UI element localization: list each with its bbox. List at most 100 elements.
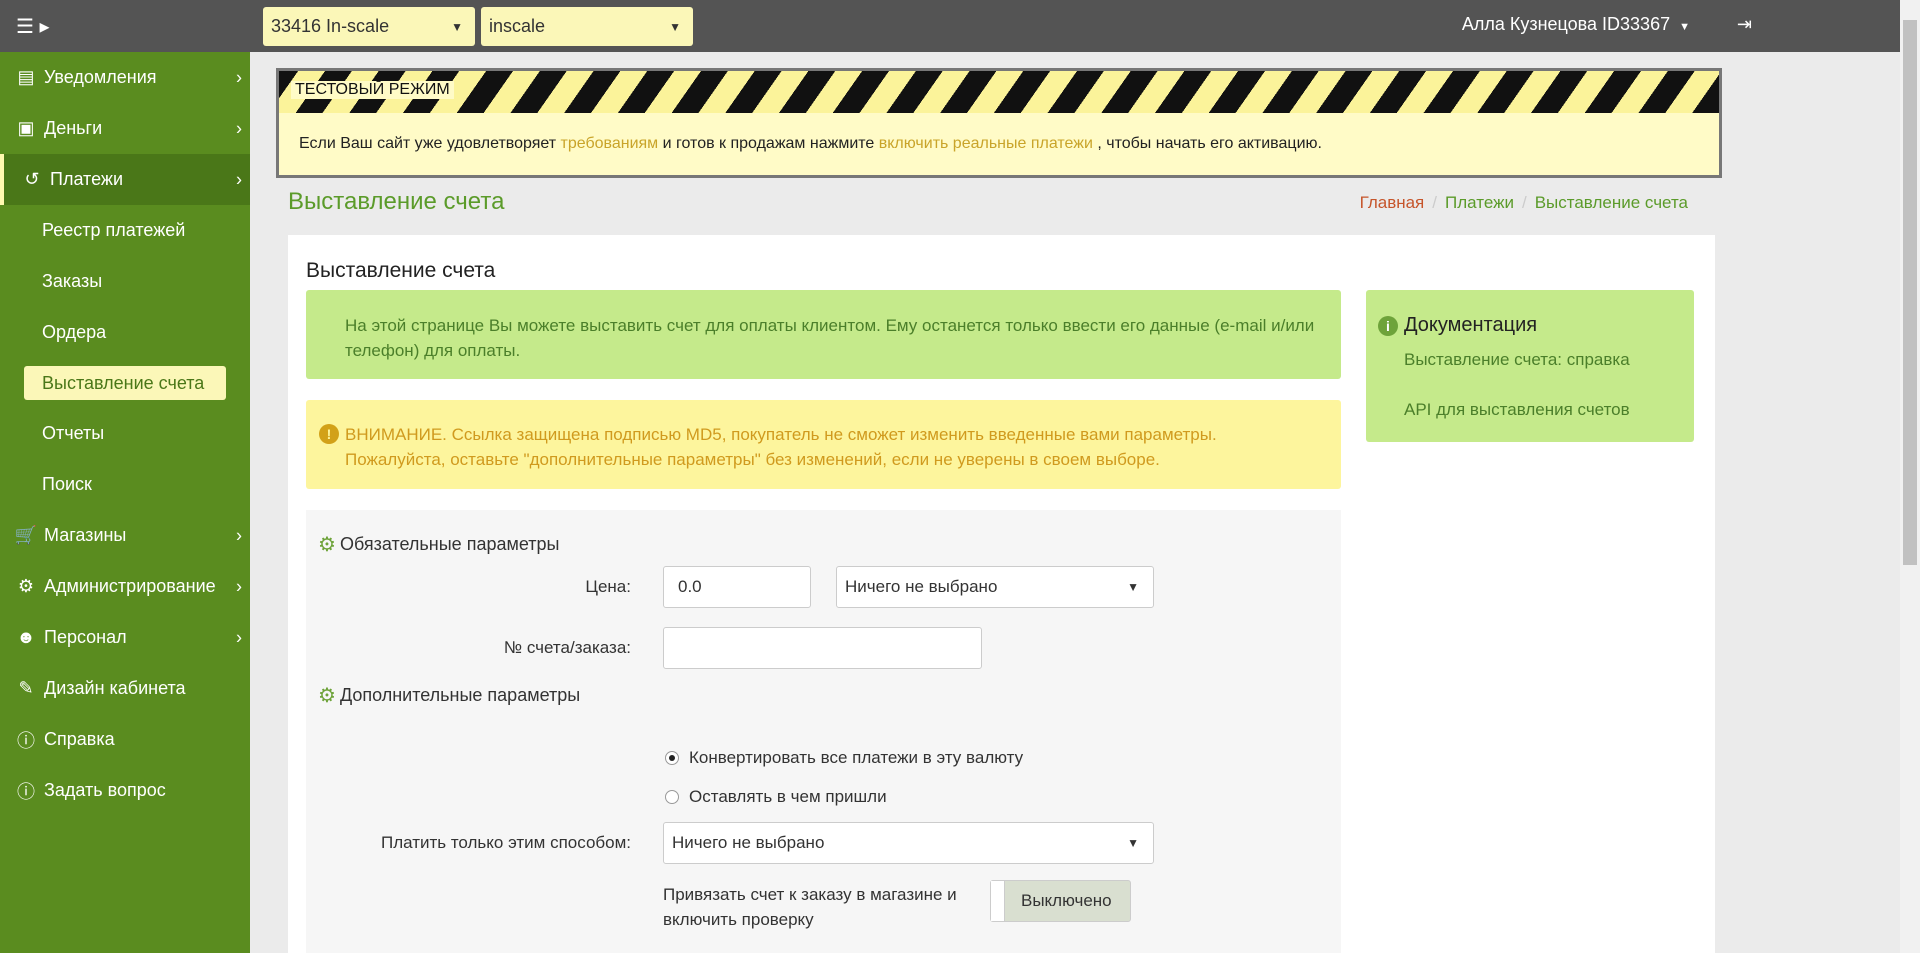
radio-checked-icon[interactable]: [665, 751, 679, 765]
sidebar-item-label: Справка: [44, 729, 115, 749]
info-icon: ⓘ: [17, 781, 35, 802]
order-number-input[interactable]: [663, 627, 982, 669]
payment-method-select[interactable]: Ничего не выбрано ▼: [663, 822, 1154, 864]
price-label: Цена:: [585, 577, 631, 596]
panel-title: Выставление счета: [306, 259, 496, 282]
site-select[interactable]: inscale ▼: [481, 7, 693, 46]
doc-link-invoice-api[interactable]: API для выставления счетов: [1404, 400, 1630, 420]
sidebar-item-label: Персонал: [44, 627, 127, 647]
chevron-right-icon: ›: [236, 627, 242, 647]
sidebar-subitem-reports[interactable]: Отчеты: [0, 408, 250, 459]
scrollbar-thumb[interactable]: [1903, 20, 1917, 565]
toggle-knob: [991, 881, 1005, 921]
documentation-title: i Документация: [1378, 314, 1537, 337]
chevron-right-icon: ›: [236, 525, 242, 545]
gear-icon: ⚙: [17, 576, 35, 596]
sidebar-item-shops[interactable]: 🛒 Магазины ›: [0, 510, 250, 561]
currency-select[interactable]: Ничего не выбрано ▼: [836, 566, 1154, 608]
currency-select-value: Ничего не выбрано: [845, 577, 998, 596]
test-mode-banner: ТЕСТОВЫЙ РЕЖИМ Если Ваш сайт уже удовлет…: [276, 68, 1722, 178]
info-icon: ⓘ: [17, 730, 35, 751]
caret-down-icon: ▼: [669, 19, 681, 34]
order-number-label: № счета/заказа:: [503, 638, 631, 657]
sidebar-item-label: Задать вопрос: [44, 780, 166, 800]
brush-icon: ✎: [18, 678, 34, 698]
bind-order-toggle[interactable]: Выключено: [990, 880, 1131, 922]
sidebar-item-ask[interactable]: ⓘ Задать вопрос: [0, 765, 250, 816]
sidebar-subitem-orders[interactable]: Заказы: [0, 256, 250, 307]
sidebar-toggle[interactable]: ☰ ▸: [0, 0, 250, 52]
sidebar-item-notifications[interactable]: ▤ Уведомления ›: [0, 52, 250, 103]
page-title: Выставление счета: [288, 188, 505, 215]
price-input[interactable]: 0.0: [663, 566, 811, 608]
hamburger-icon[interactable]: ☰ ▸: [16, 14, 50, 39]
invoice-form: ⚙ Обязательные параметры Цена: 0.0 Ничег…: [306, 510, 1341, 953]
sidebar-item-design[interactable]: ✎ Дизайн кабинета: [0, 663, 250, 714]
sidebar-item-label: Уведомления: [44, 67, 157, 87]
hazard-stripes: ТЕСТОВЫЙ РЕЖИМ: [279, 71, 1719, 113]
additional-section-header: ⚙ Дополнительные параметры: [318, 683, 580, 708]
sidebar-item-money[interactable]: ▣ Деньги ›: [0, 103, 250, 154]
breadcrumb-home[interactable]: Главная: [1360, 193, 1425, 212]
banner-text: и готов к продажам нажмите: [658, 135, 879, 152]
breadcrumb-separator: /: [1521, 193, 1527, 212]
sidebar-item-label: Дизайн кабинета: [44, 678, 186, 698]
gear-icon: ⚙: [318, 685, 336, 707]
caret-down-icon: ▼: [451, 19, 463, 34]
money-icon: ▣: [17, 118, 35, 138]
documentation-title-text: Документация: [1404, 314, 1538, 336]
sidebar-subitem-warrants[interactable]: Ордера: [0, 307, 250, 358]
caret-down-icon: ▼: [1679, 21, 1690, 33]
page-scrollbar[interactable]: [1900, 0, 1920, 953]
requirements-link[interactable]: требованиям: [561, 135, 659, 152]
required-section-header: ⚙ Обязательные параметры: [318, 532, 559, 557]
gear-icon: ⚙: [318, 534, 336, 556]
additional-section-title: Дополнительные параметры: [339, 685, 581, 705]
enable-real-payments-link[interactable]: включить реальные платежи: [879, 135, 1093, 152]
radio-convert-currency[interactable]: Конвертировать все платежи в эту валюту: [665, 748, 1023, 768]
chevron-right-icon: ›: [236, 169, 242, 189]
radio-unchecked-icon[interactable]: [665, 790, 679, 804]
sidebar-subitem-registry[interactable]: Реестр платежей: [0, 205, 250, 256]
sidebar-item-staff[interactable]: ☻ Персонал ›: [0, 612, 250, 663]
breadcrumb-payments[interactable]: Платежи: [1445, 193, 1514, 212]
sidebar-item-admin[interactable]: ⚙ Администрирование ›: [0, 561, 250, 612]
breadcrumb-current: Выставление счета: [1534, 193, 1688, 212]
sidebar-item-label: Платежи: [50, 169, 124, 189]
chevron-right-icon: ›: [236, 67, 242, 87]
test-mode-message: Если Ваш сайт уже удовлетворяет требован…: [279, 113, 1719, 153]
sidebar-subitem-search[interactable]: Поиск: [0, 459, 250, 510]
banner-text: Если Ваш сайт уже удовлетворяет: [299, 135, 561, 152]
caret-down-icon: ▼: [1127, 580, 1139, 594]
user-menu[interactable]: Алла Кузнецова ID33367 ▼: [1462, 14, 1690, 35]
logout-icon[interactable]: ⇥: [1737, 14, 1752, 35]
payments-subnav: Реестр платежей Заказы Ордера Выставлени…: [0, 205, 250, 510]
merchant-select-value: 33416 In-scale: [271, 16, 390, 36]
radio-label: Конвертировать все платежи в эту валюту: [689, 748, 1024, 767]
sidebar-item-payments[interactable]: ↺ Платежи ›: [0, 154, 250, 205]
sidebar-subitem-invoice[interactable]: Выставление счета: [24, 366, 226, 400]
sidebar-item-label: Администрирование: [44, 576, 216, 596]
payment-method-select-value: Ничего не выбрано: [672, 833, 825, 852]
chevron-right-icon: ›: [236, 118, 242, 138]
caret-down-icon: ▼: [1127, 836, 1139, 850]
radio-keep-currency[interactable]: Оставлять в чем пришли: [665, 787, 887, 807]
user-name: Алла Кузнецова ID33367: [1461, 14, 1671, 34]
users-icon: ☻: [16, 627, 36, 647]
sidebar-item-label: Магазины: [44, 525, 127, 545]
site-select-value: inscale: [489, 16, 546, 36]
breadcrumb-separator: /: [1432, 193, 1438, 212]
sidebar-item-help[interactable]: ⓘ Справка: [0, 714, 250, 765]
sidebar: ☰ ▸ ▤ Уведомления › ▣ Деньги › ↺ Платежи…: [0, 0, 250, 953]
chevron-right-icon: ›: [236, 576, 242, 596]
merchant-select[interactable]: 33416 In-scale ▼: [263, 7, 475, 46]
doc-link-invoice-help[interactable]: Выставление счета: справка: [1404, 350, 1630, 370]
payment-method-label: Платить только этим способом:: [380, 833, 631, 852]
required-section-title: Обязательные параметры: [339, 534, 560, 554]
newspaper-icon: ▤: [17, 67, 35, 87]
documentation-box: i Документация Выставление счета: справк…: [1366, 290, 1694, 442]
bind-order-label: Привязать счет к заказу в магазине и вкл…: [663, 885, 957, 929]
banner-text: , чтобы начать его активацию.: [1092, 135, 1322, 152]
topbar: 33416 In-scale ▼ inscale ▼ Алла Кузнецов…: [250, 0, 1900, 52]
history-icon: ↺: [24, 169, 40, 189]
